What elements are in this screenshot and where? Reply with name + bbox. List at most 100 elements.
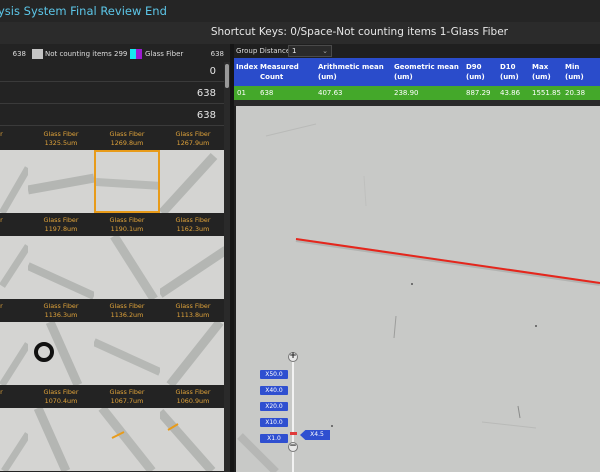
thumbnail-partial[interactable]: Fiber — [0, 130, 28, 213]
zoom-level-10[interactable]: X10.0 — [260, 418, 288, 427]
thumbnail-item[interactable]: Glass Fiber 1197.8um — [28, 216, 94, 299]
stat-row-3: 638 — [0, 106, 224, 126]
thumbnail-length: 1269.8um — [110, 139, 144, 147]
glass-fiber-label[interactable]: Glass Fiber — [145, 46, 183, 62]
zoom-slider-handle[interactable] — [290, 432, 297, 435]
thumbnail-image[interactable] — [94, 322, 160, 385]
thumbnail-image[interactable] — [0, 408, 28, 471]
glass-fiber-swatch-purple[interactable] — [136, 49, 142, 59]
thumbnail-image[interactable] — [160, 322, 224, 385]
col-index: Index — [236, 63, 258, 71]
thumbnail-length: 1325.5um — [44, 139, 78, 147]
thumbnail-label: Glass Fiber — [175, 302, 211, 310]
thumbnail-image[interactable] — [28, 322, 94, 385]
thumbnail-image[interactable] — [0, 322, 28, 385]
thumbnail-grid: Fiber Glass Fiber 1325.5um Glass Fiber 1… — [0, 126, 224, 472]
thumbnail-image[interactable] — [28, 236, 94, 299]
thumbnail-item[interactable]: Glass Fiber 1113.8um — [160, 302, 224, 385]
stat-row-1: 0 — [0, 62, 224, 82]
thumbnail-partial[interactable]: Fiber — [0, 302, 28, 385]
not-counting-swatch[interactable] — [32, 49, 43, 59]
thumbnail-label: Glass Fiber — [175, 216, 211, 224]
thumbnail-image[interactable] — [28, 150, 94, 213]
thumbnail-image[interactable] — [0, 150, 28, 213]
thumbnail-item-selected[interactable]: Glass Fiber 1269.8um — [94, 130, 160, 213]
thumbnail-label: Fiber — [0, 388, 3, 396]
thumbnail-image[interactable] — [28, 408, 94, 471]
right-panel: Group Distance: 1 ⌄ Index Measured Count… — [234, 44, 600, 472]
group-distance-row: Group Distance: 1 ⌄ — [234, 44, 600, 58]
thumbnail-image[interactable] — [160, 408, 224, 471]
thumbnail-length: 1060.9um — [176, 397, 210, 405]
group-distance-select[interactable]: 1 ⌄ — [288, 45, 332, 57]
thumbnail-item[interactable]: Glass Fiber 1136.2um — [94, 302, 160, 385]
zoom-level-20[interactable]: X20.0 — [260, 402, 288, 411]
thumbnail-label: Glass Fiber — [43, 388, 79, 396]
category-legend: 638 Not counting items 299 Glass Fiber 6… — [0, 46, 230, 62]
thumbnail-length: 1190.1um — [110, 225, 144, 233]
cell-d90: 887.29 — [466, 89, 491, 97]
zoom-level-40[interactable]: X40.0 — [260, 386, 288, 395]
microscope-image-view[interactable]: + X50.0 X40.0 X20.0 X10.0 X1.0 X4.5 − — [236, 106, 600, 472]
zoom-level-1[interactable]: X1.0 — [260, 434, 288, 443]
stat-row-2: 638 — [0, 84, 224, 104]
cell-measured-count: 638 — [260, 89, 274, 97]
thumbnail-image[interactable] — [0, 236, 28, 299]
zoom-slider-track[interactable] — [292, 362, 294, 472]
app-window: ysis System Final Review End Shortcut Ke… — [0, 0, 600, 472]
thumbnail-image[interactable] — [94, 236, 160, 299]
table-row[interactable]: 01 638 407.63 238.90 887.29 43.86 1551.8… — [234, 86, 600, 100]
thumbnail-item[interactable]: Glass Fiber 1267.9um — [160, 130, 224, 213]
thumbnail-label: Fiber — [0, 216, 3, 224]
chevron-down-icon[interactable]: ⌄ — [322, 46, 328, 56]
col-max: Max (um) — [532, 63, 551, 81]
thumbnail-label: Glass Fiber — [43, 130, 79, 138]
cell-index: 01 — [237, 89, 246, 97]
thumbnail-label: Glass Fiber — [109, 388, 145, 396]
thumbnail-length: 1067.7um — [110, 397, 144, 405]
not-counting-count: 299 — [114, 50, 128, 58]
thumbnail-label: Glass Fiber — [109, 216, 145, 224]
col-arithmetic-mean: Arithmetic mean (um) — [318, 63, 384, 81]
thumbnail-item[interactable]: Glass Fiber 1162.3um — [160, 216, 224, 299]
thumbnail-item[interactable]: Glass Fiber 1067.7um — [94, 388, 160, 471]
not-counting-label[interactable]: Not counting items — [45, 46, 112, 62]
cell-min: 20.38 — [565, 89, 586, 97]
group-distance-value: 1 — [292, 47, 297, 55]
thumbnail-label: Glass Fiber — [43, 216, 79, 224]
cell-d10: 43.86 — [500, 89, 521, 97]
col-geometric-mean: Geometric mean (um) — [394, 63, 459, 81]
col-d10: D10 (um) — [500, 63, 519, 81]
zoom-out-button[interactable]: − — [288, 442, 298, 452]
shortcut-keys-text: Shortcut Keys: 0/Space-Not counting item… — [210, 26, 508, 38]
col-d90: D90 (um) — [466, 63, 485, 81]
thumbnail-label: Glass Fiber — [109, 302, 145, 310]
cell-geometric-mean: 238.90 — [394, 89, 419, 97]
thumbnail-item[interactable]: Glass Fiber 1060.9um — [160, 388, 224, 471]
thumbnail-length: 1136.3um — [44, 311, 78, 319]
thumbnail-partial[interactable]: Fiber — [0, 388, 28, 471]
glass-fiber-count: 638 — [210, 50, 224, 58]
col-measured-count: Measured Count — [260, 63, 299, 81]
thumbnail-item[interactable]: Glass Fiber 1136.3um — [28, 302, 94, 385]
window-title: ysis System Final Review End — [0, 4, 167, 18]
thumbnail-length: 1136.2um — [110, 311, 144, 319]
thumbnail-image[interactable] — [160, 236, 224, 299]
thumbnail-image[interactable] — [160, 150, 224, 213]
thumbnail-label: Glass Fiber — [175, 388, 211, 396]
col-min: Min (um) — [565, 63, 584, 81]
thumbnail-item[interactable]: Glass Fiber 1070.4um — [28, 388, 94, 471]
thumbnail-image[interactable] — [94, 150, 160, 213]
zoom-in-button[interactable]: + — [288, 352, 298, 362]
thumbnail-item[interactable]: Glass Fiber 1190.1um — [94, 216, 160, 299]
thumbnail-label: Glass Fiber — [109, 130, 145, 138]
total-count: 638 — [12, 50, 26, 58]
thumbnail-item[interactable]: Glass Fiber 1325.5um — [28, 130, 94, 213]
left-scrollbar-thumb[interactable] — [225, 64, 229, 88]
thumbnail-length: 1267.9um — [176, 139, 210, 147]
zoom-level-50[interactable]: X50.0 — [260, 370, 288, 379]
thumbnail-image[interactable] — [94, 408, 160, 471]
thumbnail-length: 1162.3um — [176, 225, 210, 233]
thumbnail-partial[interactable]: Fiber — [0, 216, 28, 299]
cell-arithmetic-mean: 407.63 — [318, 89, 343, 97]
